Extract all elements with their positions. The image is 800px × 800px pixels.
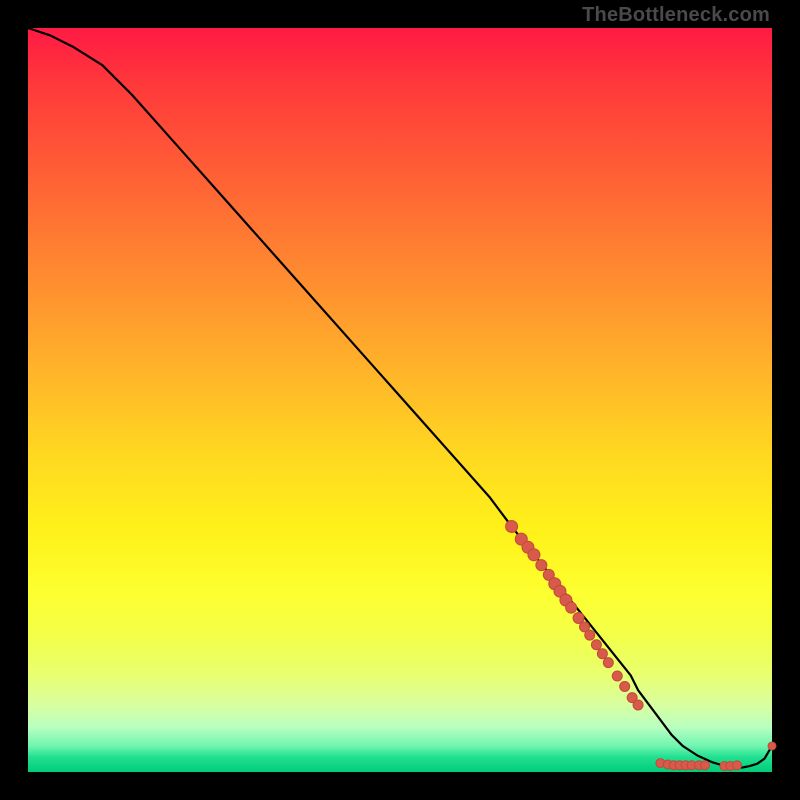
data-point [603, 658, 613, 668]
watermark-text: TheBottleneck.com [582, 4, 770, 27]
data-point [597, 649, 607, 659]
chart-frame: TheBottleneck.com [0, 0, 800, 800]
chart-svg [28, 28, 772, 772]
data-point [733, 761, 742, 770]
plot-area [28, 28, 772, 772]
data-point [612, 671, 622, 681]
data-point [591, 640, 601, 650]
bottleneck-curve [28, 28, 772, 768]
data-point [566, 602, 577, 613]
data-point [528, 549, 540, 561]
data-point [633, 700, 643, 710]
data-point [585, 630, 595, 640]
data-point [536, 560, 547, 571]
data-point [620, 681, 630, 691]
data-point-group [506, 520, 776, 770]
data-point [506, 520, 518, 532]
data-point [768, 742, 776, 750]
data-point [701, 761, 710, 770]
